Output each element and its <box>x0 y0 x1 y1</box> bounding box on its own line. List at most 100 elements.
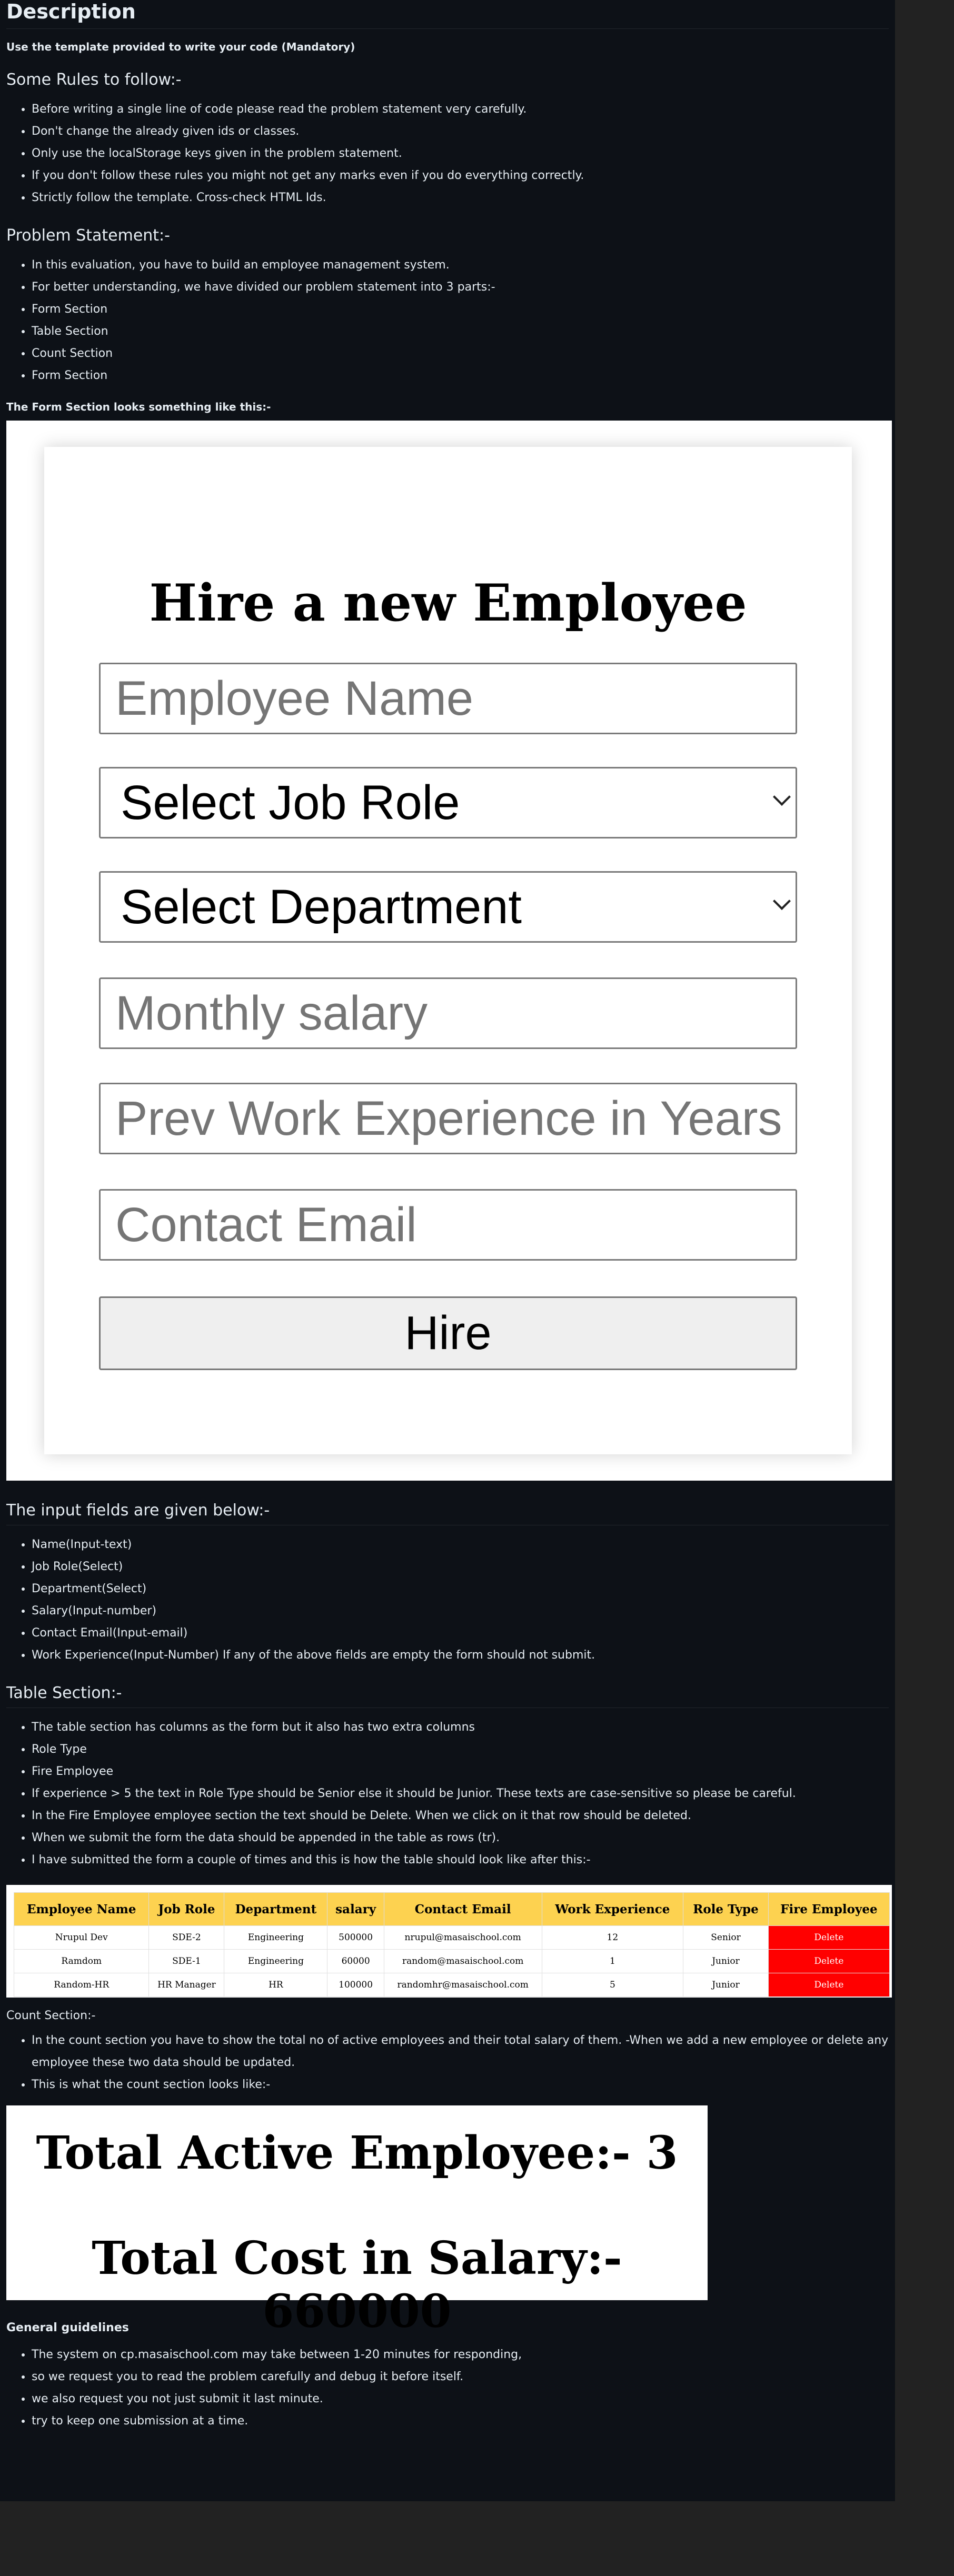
delete-cell: Delete <box>768 1973 890 1997</box>
problem-list: In this evaluation, you have to build an… <box>6 254 889 387</box>
list-item: Department(Select) <box>32 1578 889 1600</box>
table-cell: SDE-1 <box>148 1949 225 1973</box>
table-section-heading: Table Section:- <box>6 1683 889 1708</box>
list-item: try to keep one submission at a time. <box>32 2410 889 2432</box>
list-item: Before writing a single line of code ple… <box>32 98 889 121</box>
delete-cell: Delete <box>768 1949 890 1973</box>
column-header: salary <box>327 1892 384 1926</box>
list-item: I have submitted the form a couple of ti… <box>32 1849 889 1871</box>
table-cell: 1 <box>541 1949 684 1973</box>
table-cell: HR <box>224 1973 328 1997</box>
table-cell: Engineering <box>224 1925 328 1950</box>
column-header: Job Role <box>148 1892 225 1926</box>
list-item: we also request you not just submit it l… <box>32 2388 889 2410</box>
column-header: Department <box>224 1892 328 1926</box>
table-cell: Senior <box>683 1925 769 1950</box>
list-item: The system on cp.masaischool.com may tak… <box>32 2344 889 2366</box>
employee-table: Employee Name Job Role Department salary… <box>13 1892 890 1997</box>
table-cell: SDE-2 <box>148 1925 225 1950</box>
table-screenshot: Employee Name Job Role Department salary… <box>6 1885 892 1998</box>
list-item: Don't change the already given ids or cl… <box>32 121 889 143</box>
inputs-heading: The input fields are given below:- <box>6 1501 889 1525</box>
list-item: When we submit the form the data should … <box>32 1827 889 1849</box>
table-cell: Junior <box>683 1949 769 1973</box>
job-role-select: Select Job Role <box>99 767 797 838</box>
table-cell: 100000 <box>327 1973 384 1997</box>
chevron-down-icon <box>773 788 791 806</box>
table-header-row: Employee Name Job Role Department salary… <box>13 1892 890 1926</box>
active-employee-count: Total Active Employee:- 3 <box>36 2126 678 2180</box>
table-row: Ramdom SDE-1 Engineering 60000 random@ma… <box>13 1949 890 1973</box>
table-cell: nrupul@masaischool.com <box>383 1925 542 1950</box>
table-cell: randomhr@masaischool.com <box>383 1973 542 1997</box>
email-field: Contact Email <box>99 1189 797 1261</box>
guidelines-list: The system on cp.masaischool.com may tak… <box>6 2344 889 2432</box>
table-row: Nrupul Dev SDE-2 Engineering 500000 nrup… <box>13 1925 890 1950</box>
list-item: This is what the count section looks lik… <box>32 2074 889 2096</box>
salary-field: Monthly salary <box>99 977 797 1049</box>
list-item: Role Type <box>32 1739 889 1761</box>
problem-heading: Problem Statement:- <box>6 226 170 245</box>
table-cell: Nrupul Dev <box>13 1925 150 1950</box>
list-item: Fire Employee <box>32 1761 889 1783</box>
description-title: Description <box>6 0 889 29</box>
list-item: In the Fire Employee employee section th… <box>32 1805 889 1827</box>
rules-list: Before writing a single line of code ple… <box>6 98 889 209</box>
list-item: Only use the localStorage keys given in … <box>32 143 889 165</box>
list-item: In the count section you have to show th… <box>32 2030 889 2074</box>
table-cell: Ramdom <box>13 1949 150 1973</box>
total-salary-cost: Total Cost in Salary:- 660000 <box>92 2232 622 2338</box>
column-header: Contact Email <box>383 1892 542 1926</box>
count-screenshot: Total Active Employee:- 3 Total Cost in … <box>6 2105 708 2338</box>
table-cell: HR Manager <box>148 1973 225 1997</box>
table-section-list: The table section has columns as the for… <box>6 1716 889 1871</box>
chevron-down-icon <box>773 892 791 910</box>
column-header: Employee Name <box>13 1892 150 1926</box>
list-item: For better understanding, we have divide… <box>32 276 889 298</box>
list-item: If you don't follow these rules you migh… <box>32 165 889 187</box>
list-item: Strictly follow the template. Cross-chec… <box>32 187 889 209</box>
table-cell: 500000 <box>327 1925 384 1950</box>
list-item: Form Section <box>32 365 889 387</box>
table-cell: 60000 <box>327 1949 384 1973</box>
form-screenshot: Hire a new Employee Employee Name Select… <box>6 421 892 1481</box>
rules-heading: Some Rules to follow:- <box>6 71 182 89</box>
department-value: Select Department <box>121 880 522 934</box>
table-cell: Random-HR <box>13 1973 150 1997</box>
list-item: The table section has columns as the for… <box>32 1716 889 1739</box>
list-item: Work Experience(Input-Number) If any of … <box>32 1644 889 1666</box>
list-item: Salary(Input-number) <box>32 1600 889 1622</box>
list-item: so we request you to read the problem ca… <box>32 2366 889 2388</box>
list-item: In this evaluation, you have to build an… <box>32 254 889 276</box>
experience-field: Prev Work Experience in Years <box>99 1083 797 1154</box>
delete-cell: Delete <box>768 1925 890 1950</box>
template-note: Use the template provided to write your … <box>6 41 355 53</box>
list-item: Contact Email(Input-email) <box>32 1622 889 1644</box>
table-cell: 5 <box>541 1973 684 1997</box>
list-item: Name(Input-text) <box>32 1534 889 1556</box>
hire-button: Hire <box>99 1296 797 1370</box>
table-cell: Engineering <box>224 1949 328 1973</box>
table-cell: random@masaischool.com <box>383 1949 542 1973</box>
column-header: Work Experience <box>541 1892 684 1926</box>
list-item: Count Section <box>32 343 889 365</box>
employee-name-field: Employee Name <box>99 663 797 734</box>
list-item: Form Section <box>32 298 889 321</box>
table-cell: Junior <box>683 1973 769 1997</box>
form-title: Hire a new Employee <box>149 573 747 633</box>
table-cell: 12 <box>541 1925 684 1950</box>
inputs-list: Name(Input-text) Job Role(Select) Depart… <box>6 1534 889 1666</box>
list-item: If experience > 5 the text in Role Type … <box>32 1783 889 1805</box>
form-card: Hire a new Employee Employee Name Select… <box>44 447 852 1454</box>
department-select: Select Department <box>99 871 797 943</box>
list-item: Job Role(Select) <box>32 1556 889 1578</box>
description-panel: Description Use the template provided to… <box>0 0 895 2501</box>
list-item: Table Section <box>32 321 889 343</box>
form-intro: The Form Section looks something like th… <box>6 401 271 413</box>
column-header: Fire Employee <box>768 1892 890 1926</box>
job-role-value: Select Job Role <box>121 776 460 830</box>
table-row: Random-HR HR Manager HR 100000 randomhr@… <box>13 1973 890 1997</box>
count-section-list: In the count section you have to show th… <box>6 2030 889 2096</box>
count-section-heading: Count Section:- <box>6 2009 96 2022</box>
column-header: Role Type <box>683 1892 769 1926</box>
